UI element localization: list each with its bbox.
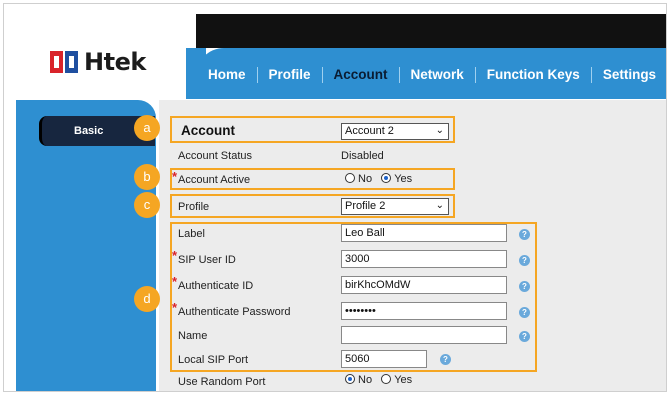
name-input[interactable] (341, 326, 507, 344)
required-star: * (172, 300, 178, 315)
nav-home[interactable]: Home (204, 67, 257, 83)
nav-profile[interactable]: Profile (256, 67, 322, 83)
help-icon[interactable]: ? (519, 281, 530, 292)
header: Htek Home Profile Account Network Functi… (4, 4, 666, 102)
account-status-label: Account Status (178, 150, 252, 162)
name-label: Name (178, 330, 208, 342)
random-port-no-label: No (358, 374, 373, 386)
help-icon[interactable]: ? (440, 354, 451, 365)
account-active-no-radio[interactable] (345, 173, 355, 183)
label-field-label: Label (178, 228, 205, 240)
authenticate-id-label: Authenticate ID (178, 280, 254, 292)
account-select[interactable]: Account 2 ⌄ (341, 123, 449, 140)
sip-user-id-input[interactable] (341, 250, 507, 268)
authenticate-id-input[interactable] (341, 276, 507, 294)
chevron-down-icon: ⌄ (435, 125, 444, 136)
account-active-yes-label: Yes (394, 173, 413, 185)
account-active-radios: No Yes (345, 173, 412, 185)
account-status-value: Disabled (341, 150, 384, 162)
help-icon[interactable]: ? (519, 331, 530, 342)
sip-user-id-label: SIP User ID (178, 254, 236, 266)
badge-d: d (134, 286, 160, 312)
local-sip-port-label: Local SIP Port (178, 354, 249, 366)
help-icon[interactable]: ? (519, 255, 530, 266)
account-active-label: Account Active (178, 174, 251, 186)
nav-settings[interactable]: Settings (590, 67, 666, 83)
nav-network[interactable]: Network (398, 67, 475, 83)
use-random-port-label: Use Random Port (178, 376, 266, 388)
sidebar-tab-label: Basic (74, 125, 104, 137)
required-star: * (172, 248, 178, 263)
nav-account[interactable]: Account (321, 67, 399, 83)
random-port-yes-label: Yes (394, 374, 413, 386)
account-active-yes-radio[interactable] (381, 173, 392, 183)
authenticate-password-input[interactable] (341, 302, 507, 320)
main-nav: Home Profile Account Network Function Ke… (204, 64, 666, 86)
authenticate-password-label: Authenticate Password (178, 306, 291, 318)
help-icon[interactable]: ? (519, 307, 530, 318)
profile-select-value: Profile 2 (345, 200, 386, 212)
htek-logo-text: Htek (84, 48, 146, 76)
nav-function-keys[interactable]: Function Keys (474, 67, 591, 83)
htek-logo: Htek (50, 48, 146, 76)
account-active-no-label: No (358, 173, 373, 185)
label-input[interactable] (341, 224, 507, 242)
chevron-down-icon: ⌄ (435, 200, 444, 211)
help-icon[interactable]: ? (519, 229, 530, 240)
use-random-port-radios: No Yes (345, 374, 412, 386)
required-star: * (172, 169, 178, 184)
badge-b: b (134, 164, 160, 190)
profile-select[interactable]: Profile 2 ⌄ (341, 198, 449, 215)
account-title: Account (181, 123, 235, 138)
required-star: * (172, 274, 178, 289)
local-sip-port-input[interactable] (341, 350, 427, 368)
badge-a: a (134, 115, 160, 141)
profile-label: Profile (178, 201, 210, 213)
random-port-yes-radio[interactable] (381, 374, 392, 384)
random-port-no-radio[interactable] (345, 374, 355, 384)
badge-c: c (134, 192, 160, 218)
account-select-value: Account 2 (345, 125, 394, 137)
browser-frame: Htek Home Profile Account Network Functi… (3, 3, 667, 392)
htek-logo-mark-icon (50, 51, 80, 73)
